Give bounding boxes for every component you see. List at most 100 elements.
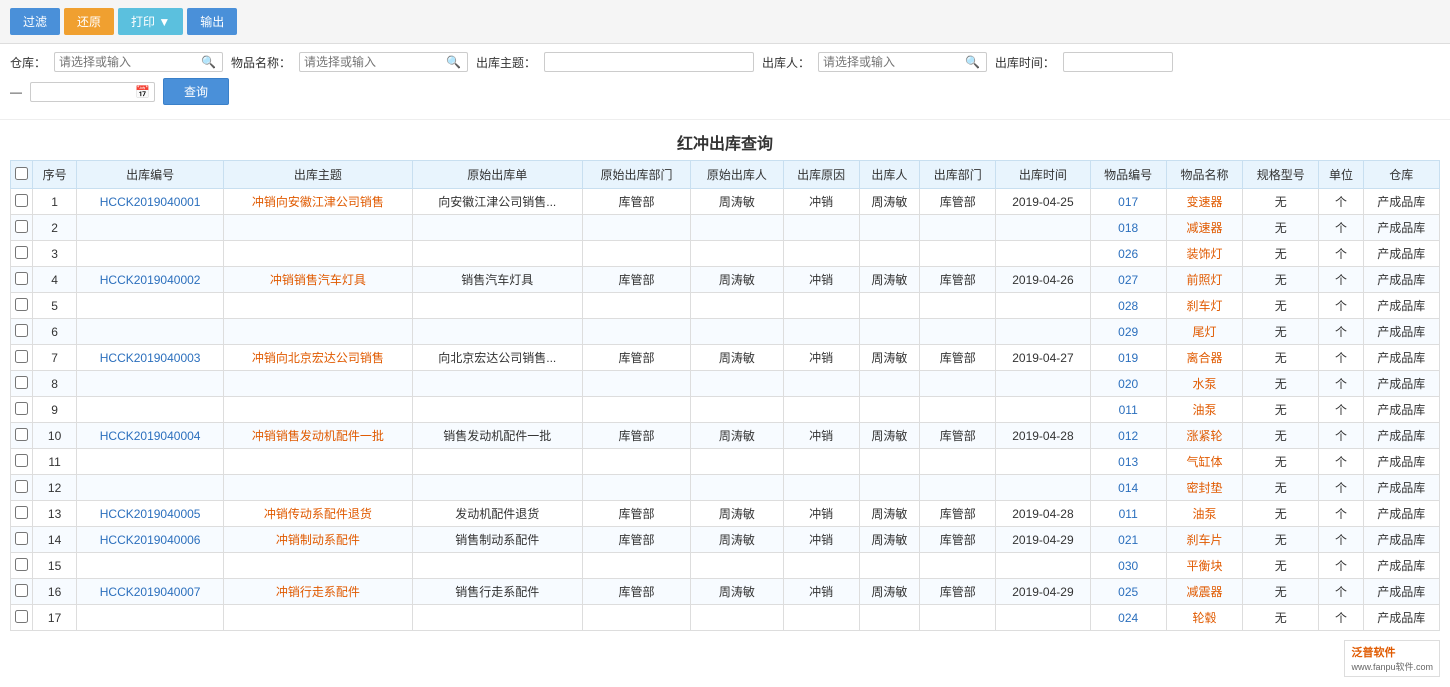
row-checkbox[interactable] (15, 220, 28, 233)
filter-button[interactable]: 过滤 (10, 8, 60, 35)
print-button[interactable]: 打印 ▼ (118, 8, 183, 35)
cell-item-name: 涨紧轮 (1166, 423, 1242, 449)
cell-theme (224, 293, 413, 319)
warehouse-search-icon[interactable]: 🔍 (199, 55, 218, 69)
cell-order-no[interactable]: HCCK2019040004 (77, 423, 224, 449)
row-checkbox[interactable] (15, 194, 28, 207)
cell-original-order (412, 319, 582, 345)
warehouse-input[interactable] (59, 55, 199, 69)
query-button[interactable]: 查询 (163, 78, 229, 105)
goods-input[interactable] (304, 55, 444, 69)
cell-order-no[interactable]: HCCK2019040001 (77, 189, 224, 215)
row-checkbox[interactable] (15, 402, 28, 415)
order-link[interactable]: HCCK2019040006 (100, 533, 201, 547)
order-link[interactable]: HCCK2019040001 (100, 195, 201, 209)
cell-item-name: 装饰灯 (1166, 241, 1242, 267)
header-warehouse: 仓库 (1363, 161, 1439, 189)
cell-orig-dept (582, 215, 690, 241)
row-checkbox[interactable] (15, 272, 28, 285)
out-person-input[interactable] (823, 55, 963, 69)
cell-spec: 无 (1243, 319, 1319, 345)
order-link[interactable]: HCCK2019040005 (100, 507, 201, 521)
row-checkbox[interactable] (15, 376, 28, 389)
cell-original-order: 发动机配件退货 (412, 501, 582, 527)
export-button[interactable]: 输出 (187, 8, 237, 35)
order-link[interactable]: HCCK2019040003 (100, 351, 201, 365)
header-spec: 规格型号 (1243, 161, 1319, 189)
row-checkbox[interactable] (15, 350, 28, 363)
cell-theme[interactable]: 冲销传动系配件退货 (224, 501, 413, 527)
row-checkbox[interactable] (15, 558, 28, 571)
cell-unit: 个 (1319, 553, 1363, 579)
cell-person (859, 397, 919, 423)
order-link[interactable]: HCCK2019040007 (100, 585, 201, 599)
row-checkbox[interactable] (15, 246, 28, 259)
goods-search-icon[interactable]: 🔍 (444, 55, 463, 69)
cell-order-no[interactable]: HCCK2019040006 (77, 527, 224, 553)
order-link[interactable]: HCCK2019040002 (100, 273, 201, 287)
row-checkbox[interactable] (15, 298, 28, 311)
cell-order-no (77, 319, 224, 345)
cell-spec: 无 (1243, 475, 1319, 501)
cell-seq: 16 (33, 579, 77, 605)
out-theme-input[interactable] (549, 55, 749, 69)
row-checkbox[interactable] (15, 532, 28, 545)
cell-time (996, 241, 1090, 267)
select-all-checkbox[interactable] (15, 167, 28, 180)
cell-unit: 个 (1319, 527, 1363, 553)
cell-order-no (77, 605, 224, 631)
cell-item-code: 020 (1090, 371, 1166, 397)
row-checkbox[interactable] (15, 506, 28, 519)
calendar-icon[interactable]: 📅 (135, 85, 150, 99)
theme-link[interactable]: 冲销传动系配件退货 (264, 507, 372, 521)
table-row: 10 HCCK2019040004 冲销销售发动机配件一批 销售发动机配件一批 … (11, 423, 1440, 449)
header-person: 出库人 (859, 161, 919, 189)
row-checkbox[interactable] (15, 584, 28, 597)
cell-order-no[interactable]: HCCK2019040003 (77, 345, 224, 371)
cell-theme[interactable]: 冲销行走系配件 (224, 579, 413, 605)
cell-warehouse: 产成品库 (1363, 475, 1439, 501)
cell-order-no[interactable]: HCCK2019040002 (77, 267, 224, 293)
table-row: 3 026 装饰灯 无 个 产成品库 (11, 241, 1440, 267)
row-checkbox[interactable] (15, 324, 28, 337)
out-time-to-input[interactable] (35, 85, 135, 99)
cell-orig-dept (582, 371, 690, 397)
cell-theme[interactable]: 冲销销售汽车灯具 (224, 267, 413, 293)
out-person-search-icon[interactable]: 🔍 (963, 55, 982, 69)
row-checkbox[interactable] (15, 610, 28, 623)
theme-link[interactable]: 冲销行走系配件 (276, 585, 360, 599)
cell-order-no[interactable]: HCCK2019040005 (77, 501, 224, 527)
cell-spec: 无 (1243, 241, 1319, 267)
cell-order-no (77, 475, 224, 501)
restore-button[interactable]: 还原 (64, 8, 114, 35)
theme-link[interactable]: 冲销制动系配件 (276, 533, 360, 547)
cell-warehouse: 产成品库 (1363, 319, 1439, 345)
row-checkbox-cell (11, 605, 33, 631)
theme-link[interactable]: 冲销向北京宏达公司销售 (252, 351, 384, 365)
cell-order-no[interactable]: HCCK2019040007 (77, 579, 224, 605)
theme-link[interactable]: 冲销销售汽车灯具 (270, 273, 366, 287)
cell-original-order: 销售发动机配件一批 (412, 423, 582, 449)
cell-time (996, 449, 1090, 475)
cell-theme[interactable]: 冲销制动系配件 (224, 527, 413, 553)
theme-link[interactable]: 冲销向安徽江津公司销售 (252, 195, 384, 209)
row-checkbox[interactable] (15, 454, 28, 467)
cell-theme[interactable]: 冲销向北京宏达公司销售 (224, 345, 413, 371)
print-dropdown-icon: ▼ (158, 15, 170, 29)
header-original-order: 原始出库单 (412, 161, 582, 189)
cell-theme[interactable]: 冲销销售发动机配件一批 (224, 423, 413, 449)
row-checkbox-cell (11, 241, 33, 267)
cell-seq: 3 (33, 241, 77, 267)
order-link[interactable]: HCCK2019040004 (100, 429, 201, 443)
cell-orig-person: 周涛敏 (691, 527, 783, 553)
cell-theme[interactable]: 冲销向安徽江津公司销售 (224, 189, 413, 215)
row-checkbox[interactable] (15, 428, 28, 441)
header-seq: 序号 (33, 161, 77, 189)
cell-spec: 无 (1243, 189, 1319, 215)
out-time-from-input[interactable] (1068, 55, 1168, 69)
theme-link[interactable]: 冲销销售发动机配件一批 (252, 429, 384, 443)
row-checkbox[interactable] (15, 480, 28, 493)
cell-dept (920, 475, 996, 501)
cell-spec: 无 (1243, 423, 1319, 449)
cell-item-code: 018 (1090, 215, 1166, 241)
